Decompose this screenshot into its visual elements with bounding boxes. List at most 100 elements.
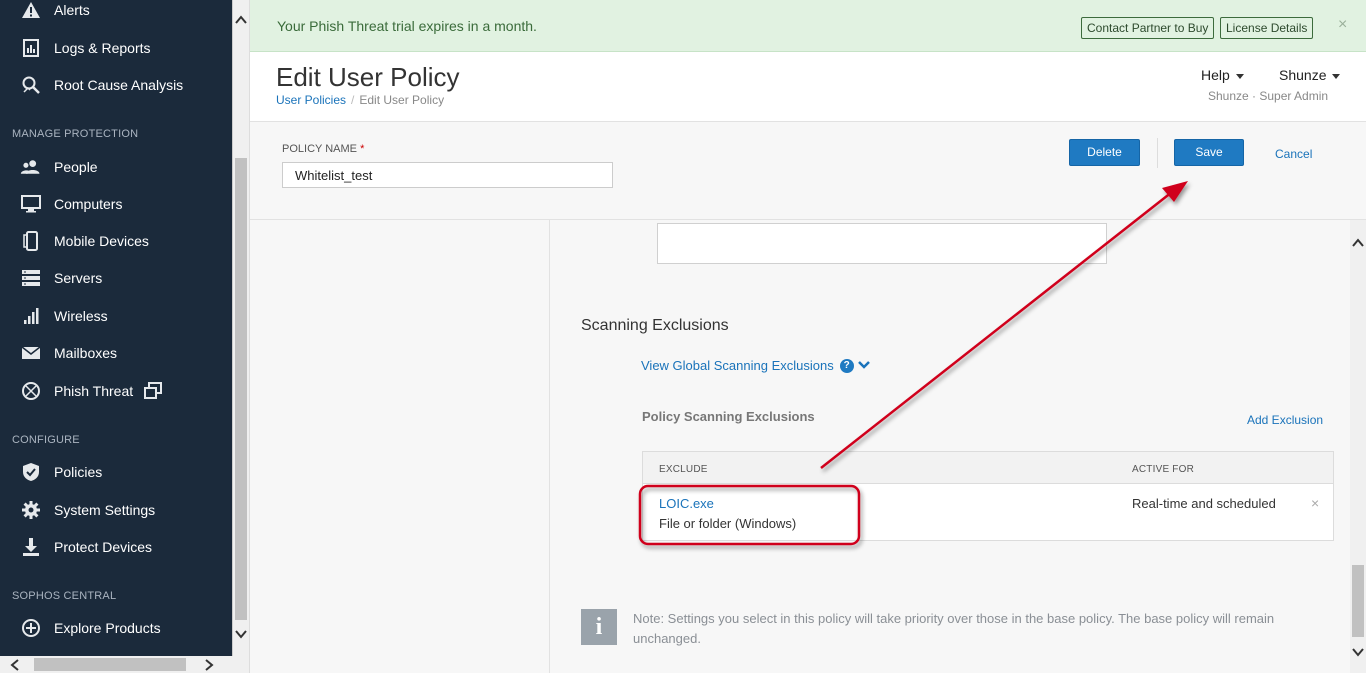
policy-name-input[interactable] <box>282 162 613 188</box>
scroll-right-arrow-icon[interactable] <box>204 658 214 673</box>
page-title: Edit User Policy <box>276 62 460 92</box>
policy-exclusions-title: Policy Scanning Exclusions <box>642 409 815 424</box>
policy-note: Note: Settings you select in this policy… <box>633 611 1275 646</box>
breadcrumb-separator: / <box>351 93 355 107</box>
sidebar-item-label: System Settings <box>54 502 156 518</box>
required-mark: * <box>360 143 365 155</box>
help-icon[interactable]: ? <box>839 358 854 373</box>
close-icon[interactable]: × <box>1338 16 1347 34</box>
banner-text: Your Phish Threat trial expires in a mon… <box>277 18 537 34</box>
sidebar-item-policies[interactable]: Policies <box>0 454 232 490</box>
sidebar-item-label: Phish Threat <box>54 383 134 399</box>
sidebar-item-root-cause-analysis[interactable]: Root Cause Analysis <box>0 67 232 103</box>
reports-icon <box>20 37 42 59</box>
save-button[interactable]: Save <box>1174 139 1244 166</box>
sidebar-item-wireless[interactable]: Wireless <box>0 298 232 334</box>
sidebar-item-label: Explore Products <box>54 620 161 636</box>
server-icon <box>20 267 42 289</box>
sidebar-item-label: Policies <box>54 464 103 480</box>
scrollbar-thumb[interactable] <box>1352 565 1364 637</box>
sidebar-heading-sophos-central: SOPHOS CENTRAL <box>12 590 117 602</box>
sidebar: Alerts Logs & Reports Root Cause Analysi… <box>0 0 232 673</box>
license-details-button[interactable]: License Details <box>1220 17 1314 39</box>
sidebar-item-servers[interactable]: Servers <box>0 260 232 296</box>
help-menu[interactable]: Help <box>1201 67 1244 83</box>
contact-partner-button[interactable]: Contact Partner to Buy <box>1081 17 1215 39</box>
column-header-exclude: EXCLUDE <box>659 464 708 475</box>
sidebar-item-label: Logs & Reports <box>54 40 151 56</box>
exclusion-type: File or folder (Windows) <box>659 516 797 531</box>
scroll-up-arrow-icon[interactable] <box>1352 235 1364 253</box>
sidebar-item-label: Alerts <box>54 2 90 18</box>
sidebar-item-mailboxes[interactable]: Mailboxes <box>0 335 232 371</box>
page-header: Edit User Policy User Policies / Edit User… <box>250 52 1366 122</box>
sidebar-item-mobile-devices[interactable]: Mobile Devices <box>0 223 232 259</box>
wireless-icon <box>20 305 42 327</box>
view-global-exclusions-label: View Global Scanning Exclusions <box>641 358 834 373</box>
sidebar-item-label: People <box>54 159 98 175</box>
add-exclusion-link[interactable]: Add Exclusion <box>1247 413 1323 427</box>
policy-form-bar: POLICY NAME * Delete Save Cancel <box>250 122 1366 220</box>
sidebar-item-explore-products[interactable]: Explore Products <box>0 610 232 646</box>
scroll-up-arrow-icon[interactable] <box>235 12 247 30</box>
cancel-link[interactable]: Cancel <box>1275 147 1312 161</box>
exclusion-active-for: Real-time and scheduled <box>1132 496 1276 511</box>
phish-icon <box>20 380 42 402</box>
breadcrumb: User Policies / Edit User Policy <box>276 93 444 107</box>
info-icon: i <box>581 609 617 645</box>
sidebar-item-computers[interactable]: Computers <box>0 186 232 222</box>
exclusion-name-link[interactable]: LOIC.exe <box>659 496 714 511</box>
breadcrumb-current: Edit User Policy <box>359 93 445 107</box>
sidebar-item-system-settings[interactable]: System Settings <box>0 492 232 528</box>
chevron-down-icon[interactable] <box>857 358 870 373</box>
plus-circle-icon <box>20 617 42 639</box>
sidebar-item-label: Servers <box>54 270 103 286</box>
scrollbar-thumb[interactable] <box>34 658 186 671</box>
root-cause-icon <box>20 74 42 96</box>
sidebar-item-label: Protect Devices <box>54 539 153 555</box>
sidebar-item-label: Mailboxes <box>54 345 118 361</box>
people-icon <box>20 156 42 178</box>
shield-icon <box>20 461 42 483</box>
user-menu-label: Shunze <box>1279 67 1327 83</box>
settings-pane: Scanning Exclusions View Global Scanning… <box>550 220 1350 673</box>
sidebar-item-phish-threat[interactable]: Phish Threat <box>0 373 232 409</box>
sidebar-item-protect-devices[interactable]: Protect Devices <box>0 529 232 565</box>
mobile-icon <box>20 230 42 252</box>
computer-icon <box>20 193 42 215</box>
sidebar-vertical-scrollbar[interactable] <box>232 0 249 656</box>
policy-name-label-text: POLICY NAME <box>282 143 357 155</box>
sidebar-heading-manage: MANAGE PROTECTION <box>12 128 139 140</box>
delete-exclusion-icon[interactable]: × <box>1311 495 1319 511</box>
caret-down-icon <box>1235 73 1244 79</box>
sidebar-item-people[interactable]: People <box>0 149 232 185</box>
external-window-icon <box>144 373 162 409</box>
breadcrumb-link-user-policies[interactable]: User Policies <box>276 93 346 107</box>
button-divider <box>1157 138 1158 168</box>
sidebar-item-label: Mobile Devices <box>54 233 149 249</box>
scroll-down-arrow-icon[interactable] <box>235 626 247 644</box>
main-vertical-scrollbar[interactable] <box>1350 220 1366 673</box>
section-title: Scanning Exclusions <box>581 317 729 334</box>
left-pane <box>250 220 550 673</box>
scroll-down-arrow-icon[interactable] <box>1352 644 1364 662</box>
text-area[interactable] <box>657 223 1107 264</box>
download-icon <box>20 536 42 558</box>
sidebar-item-label: Root Cause Analysis <box>54 77 184 93</box>
scroll-left-arrow-icon[interactable] <box>10 658 20 673</box>
sidebar-item-logs-reports[interactable]: Logs & Reports <box>0 30 232 66</box>
view-global-exclusions-link[interactable]: View Global Scanning Exclusions ? <box>641 358 870 373</box>
scrollbar-thumb[interactable] <box>235 158 247 620</box>
policy-name-label: POLICY NAME * <box>282 143 364 155</box>
sidebar-item-alerts[interactable]: Alerts <box>0 0 232 28</box>
sidebar-horizontal-scrollbar[interactable] <box>0 656 232 673</box>
caret-down-icon <box>1332 73 1341 79</box>
column-header-active-for: ACTIVE FOR <box>1132 464 1195 475</box>
user-menu[interactable]: Shunze <box>1279 67 1341 83</box>
content-area: Scanning Exclusions View Global Scanning… <box>250 220 1366 673</box>
sidebar-item-label: Computers <box>54 196 123 212</box>
user-role: Shunze · Super Admin <box>1208 89 1329 103</box>
delete-button[interactable]: Delete <box>1069 139 1140 166</box>
main-panel: Your Phish Threat trial expires in a mon… <box>249 0 1366 673</box>
help-menu-label: Help <box>1201 67 1230 83</box>
